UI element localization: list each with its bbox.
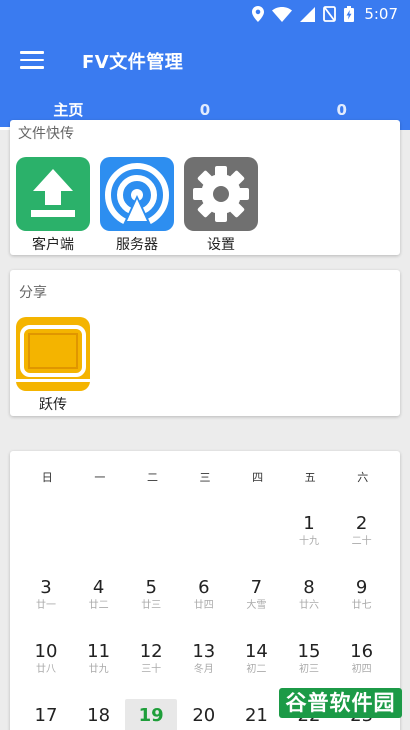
calendar-day-number: 11 — [87, 641, 111, 662]
settings-item[interactable]: 设置 — [184, 157, 258, 254]
calendar-day-number: 15 — [297, 641, 321, 662]
weekday-mon: 一 — [94, 471, 106, 484]
calendar-day-number: 8 — [303, 577, 315, 598]
calendar-lunar-date: 廿四 — [193, 600, 214, 611]
calendar-lunar-date: 三十 — [141, 664, 162, 675]
calendar-day[interactable]: 9 廿七 — [336, 577, 388, 613]
calendar-lunar-date: 初四 — [351, 664, 372, 675]
calendar-day[interactable]: 11 廿九 — [73, 641, 125, 677]
broadcast-icon — [100, 157, 174, 231]
monitor-icon — [16, 317, 90, 391]
calendar-day[interactable]: 19 — [125, 699, 178, 730]
app-title: FV文件管理 — [82, 52, 184, 73]
weekday-fri: 五 — [304, 471, 316, 484]
calendar-lunar-date: 廿六 — [299, 600, 319, 611]
share-card: 分享 跃传 — [10, 270, 400, 416]
location-icon — [252, 6, 265, 22]
calendar-lunar-date: 初三 — [299, 664, 319, 675]
weekday-thu: 四 — [252, 471, 264, 484]
calendar-day[interactable]: 10 廿八 — [20, 641, 72, 677]
calendar-day-number: 18 — [87, 705, 111, 726]
calendar-day[interactable]: 12 三十 — [125, 641, 177, 677]
calendar-day-number: 1 — [303, 513, 315, 534]
calendar-day-number: 10 — [34, 641, 58, 662]
battery-charging-icon — [344, 6, 355, 22]
calendar-day-number: 4 — [92, 577, 105, 598]
calendar-day[interactable]: 2 二十 — [336, 513, 388, 549]
calendar-day-number: 21 — [244, 705, 268, 726]
calendar-day[interactable]: 5 廿三 — [125, 577, 177, 613]
calendar-day-number: 20 — [192, 705, 216, 726]
calendar-day[interactable]: 16 初四 — [336, 641, 388, 677]
calendar-day-number: 2 — [355, 513, 368, 534]
status-time: 5:07 — [364, 5, 398, 23]
calendar-day-number: 14 — [244, 641, 268, 662]
calendar-lunar-date: 初二 — [246, 664, 267, 675]
calendar-day[interactable]: 21 — [230, 705, 282, 727]
wifi-icon — [272, 6, 293, 22]
settings-label: 设置 — [207, 237, 235, 253]
calendar-lunar-date: 廿三 — [141, 600, 162, 611]
calendar-lunar-date: 大雪 — [246, 600, 267, 611]
calendar-day-number: 6 — [198, 577, 210, 598]
share-card-title: 分享 — [19, 285, 47, 301]
calendar-day[interactable]: 17 — [20, 705, 72, 727]
server-item[interactable]: 服务器 — [100, 157, 174, 254]
calendar-lunar-date: 廿一 — [36, 600, 56, 611]
leap-transfer-item[interactable]: 跃传 — [16, 317, 90, 414]
calendar-day[interactable]: 18 — [73, 705, 125, 727]
status-bar: 5:07 — [0, 0, 410, 30]
calendar-day-number: 3 — [40, 577, 52, 598]
calendar-day[interactable]: 6 廿四 — [178, 577, 230, 613]
calendar-day[interactable]: 8 廿六 — [283, 577, 335, 613]
calendar-day-number: 13 — [192, 641, 216, 662]
calendar-day-number: 19 — [138, 705, 164, 726]
server-label: 服务器 — [116, 237, 158, 253]
client-label: 客户端 — [32, 237, 74, 253]
calendar-day-number: 17 — [34, 705, 58, 726]
upload-icon — [16, 157, 90, 231]
calendar-lunar-date: 廿八 — [36, 664, 56, 675]
weekday-tue: 二 — [146, 471, 158, 484]
calendar-day-number: 9 — [355, 577, 368, 598]
calendar-day[interactable]: 20 — [178, 705, 230, 727]
calendar-lunar-date: 廿二 — [88, 600, 109, 611]
calendar-day[interactable]: 7 大雪 — [230, 577, 282, 613]
menu-icon[interactable] — [20, 51, 44, 69]
calendar-lunar-date: 十九 — [299, 536, 319, 547]
weekday-sat: 六 — [357, 471, 369, 484]
calendar-lunar-date: 廿七 — [351, 600, 372, 611]
transfer-card-title: 文件快传 — [18, 126, 74, 142]
signal-icon — [300, 6, 316, 22]
calendar-lunar-date: 廿九 — [88, 664, 109, 675]
leap-transfer-label: 跃传 — [39, 397, 67, 413]
transfer-card: 文件快传 客户端 服务器 设置 — [10, 120, 400, 255]
calendar-day-number: 12 — [139, 641, 163, 662]
calendar-lunar-date: 冬月 — [193, 664, 214, 675]
calendar-day[interactable]: 15 初三 — [283, 641, 335, 677]
calendar-day[interactable]: 13 冬月 — [178, 641, 230, 677]
calendar-day[interactable]: 3 廿一 — [20, 577, 72, 613]
calendar-day[interactable]: 4 廿二 — [73, 577, 125, 613]
no-sim-icon — [323, 6, 337, 22]
calendar-day-number: 7 — [250, 577, 263, 598]
calendar-lunar-date: 二十 — [351, 536, 372, 547]
calendar-weekdays: 日 一 二 三 四 五 六 — [21, 469, 389, 485]
weekday-wed: 三 — [199, 471, 211, 484]
gear-icon — [184, 157, 258, 231]
watermark-logo: 谷普软件园 — [279, 688, 402, 718]
calendar-day-number: 5 — [145, 577, 157, 598]
client-item[interactable]: 客户端 — [16, 157, 90, 254]
weekday-sun: 日 — [41, 471, 53, 484]
calendar-day[interactable]: 14 初二 — [230, 641, 282, 677]
calendar-day-number: 16 — [350, 641, 374, 662]
app-bar: 5:07 FV文件管理 主页 0 0 — [0, 0, 410, 130]
calendar-day[interactable]: 1 十九 — [283, 513, 335, 549]
